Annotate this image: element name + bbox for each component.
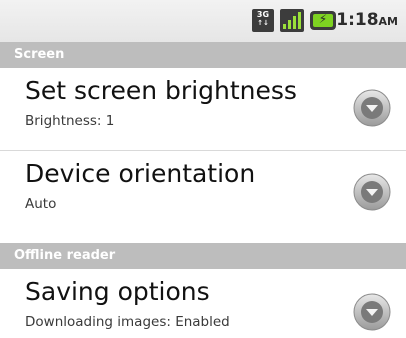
dropdown-arrow-icon[interactable] <box>352 292 392 332</box>
network-3g-icon: 3G ↑↓ <box>252 9 274 32</box>
network-activity-label: ↑↓ <box>257 19 269 27</box>
pref-summary: Auto <box>25 196 57 212</box>
pref-title: Device orientation <box>25 159 256 188</box>
category-header-offline-reader: Offline reader <box>0 243 406 269</box>
signal-icon <box>280 9 304 32</box>
pref-summary: Downloading images: Enabled <box>25 314 230 330</box>
pref-summary: Brightness: 1 <box>25 113 115 129</box>
pref-device-orientation[interactable]: Device orientation Auto <box>0 151 406 233</box>
status-bar: 3G ↑↓ ⚡ 1:18AM <box>0 0 406 42</box>
network-type-label: 3G <box>256 10 270 19</box>
pref-title: Set screen brightness <box>25 76 297 105</box>
battery-icon: ⚡ <box>310 11 336 30</box>
clock-time: 1:18 <box>336 10 379 30</box>
clock-ampm: AM <box>378 15 398 28</box>
pref-saving-options[interactable]: Saving options Downloading images: Enabl… <box>0 269 406 338</box>
dropdown-arrow-icon[interactable] <box>352 172 392 212</box>
category-header-screen: Screen <box>0 42 406 68</box>
dropdown-arrow-icon[interactable] <box>352 88 392 128</box>
pref-set-screen-brightness[interactable]: Set screen brightness Brightness: 1 <box>0 68 406 150</box>
clock: 1:18AM <box>336 10 398 30</box>
pref-title: Saving options <box>25 277 210 306</box>
